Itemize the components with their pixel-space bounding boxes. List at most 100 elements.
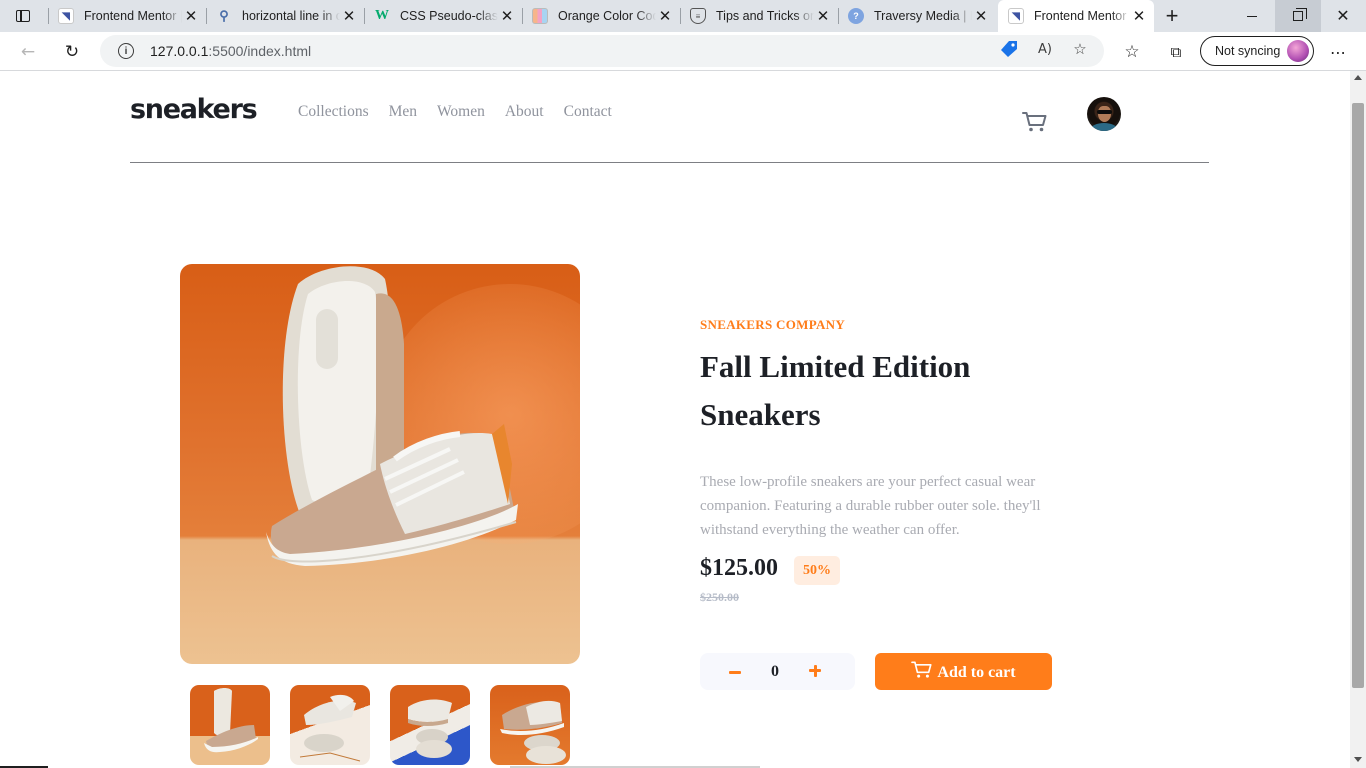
site-logo[interactable]: sneakers bbox=[130, 94, 258, 125]
settings-more-icon[interactable]: ⋯ bbox=[1322, 36, 1354, 68]
company-label: SNEAKERS COMPANY bbox=[700, 317, 846, 332]
avatar-shirt bbox=[1091, 123, 1117, 131]
nav-link-contact[interactable]: Contact bbox=[564, 103, 612, 121]
increase-quantity-button[interactable] bbox=[805, 662, 825, 680]
globe-icon: ? bbox=[848, 8, 864, 24]
color-grid-icon bbox=[532, 8, 548, 24]
browser-tab[interactable]: ≡ Tips and Tricks on CSS ✕ bbox=[680, 0, 838, 32]
thumbnail-2[interactable] bbox=[290, 685, 370, 765]
thumbnail-3[interactable] bbox=[390, 685, 470, 765]
thumbnail-2-image bbox=[299, 694, 361, 762]
page-scrollbar[interactable] bbox=[1350, 71, 1366, 768]
browser-tab[interactable]: ? Traversy Media | Learn ✕ bbox=[838, 0, 996, 32]
add-to-cart-button[interactable]: Add to cart bbox=[875, 653, 1052, 690]
original-price: $250.00 bbox=[700, 590, 739, 604]
url-path: :5500/index.html bbox=[208, 43, 312, 59]
shield-icon: ≡ bbox=[690, 8, 706, 24]
tab-actions-icon bbox=[16, 10, 30, 22]
close-window-button[interactable]: ✕ bbox=[1320, 0, 1366, 32]
nav-link-collections[interactable]: Collections bbox=[298, 103, 369, 121]
browser-tab-active[interactable]: ◥ Frontend Mentor ✕ bbox=[998, 0, 1154, 32]
browser-tab[interactable]: ⚲ horizontal line in css ✕ bbox=[206, 0, 364, 32]
browser-tab[interactable]: W CSS Pseudo-classes ✕ bbox=[364, 0, 522, 32]
tab-close-icon[interactable]: ✕ bbox=[498, 7, 516, 25]
decrease-quantity-button[interactable] bbox=[725, 664, 745, 680]
restore-button[interactable] bbox=[1275, 0, 1321, 32]
url-host: 127.0.0.1 bbox=[150, 43, 209, 59]
tab-close-icon[interactable]: ✕ bbox=[972, 7, 990, 25]
header-divider bbox=[130, 162, 1209, 163]
tab-close-icon[interactable]: ✕ bbox=[182, 7, 200, 25]
cart-svg bbox=[1022, 112, 1047, 132]
product-description: These low-profile sneakers are your perf… bbox=[700, 474, 1041, 538]
frontend-mentor-icon: ◥ bbox=[1008, 8, 1024, 24]
tab-separator bbox=[522, 8, 523, 24]
main-nav: Collections Men Women About Contact bbox=[298, 103, 612, 121]
back-button[interactable]: ← bbox=[12, 36, 44, 68]
favorites-icon[interactable]: ☆ bbox=[1116, 36, 1148, 68]
tab-title: Orange Color Codes bbox=[558, 9, 656, 23]
user-avatar[interactable] bbox=[1087, 97, 1121, 131]
thumbnail-4-image bbox=[500, 700, 566, 764]
minimize-icon bbox=[1247, 15, 1257, 17]
thumbnail-1[interactable] bbox=[190, 685, 270, 765]
sneaker-illustration bbox=[266, 266, 518, 566]
tab-title: Frontend Mentor bbox=[1034, 9, 1127, 23]
site-info-icon[interactable]: i bbox=[118, 43, 134, 59]
tab-actions-button[interactable] bbox=[0, 0, 46, 32]
tag-svg bbox=[1001, 41, 1017, 57]
restore-icon bbox=[1293, 8, 1307, 21]
tab-separator bbox=[48, 8, 49, 24]
address-bar[interactable]: i 127.0.0.1:5500/index.html bbox=[100, 35, 1104, 67]
collections-icon[interactable]: ⧉ bbox=[1160, 36, 1192, 68]
refresh-button[interactable]: ↻ bbox=[56, 36, 88, 68]
profile-sync-button[interactable]: Not syncing bbox=[1200, 36, 1314, 66]
tab-title: Tips and Tricks on CSS bbox=[716, 9, 814, 23]
profile-avatar bbox=[1287, 40, 1309, 62]
thumbnail-1-image bbox=[204, 688, 258, 753]
browser-tab-strip: ◥ Frontend Mentor | E-commerce product p… bbox=[0, 0, 1366, 32]
nav-link-men[interactable]: Men bbox=[389, 103, 417, 121]
tab-title: CSS Pseudo-classes bbox=[400, 9, 498, 23]
tab-close-icon[interactable]: ✕ bbox=[656, 7, 674, 25]
tab-separator bbox=[680, 8, 681, 24]
cart-icon bbox=[911, 661, 932, 678]
browser-toolbar: ← ↻ i 127.0.0.1:5500/index.html A) ☆ ☆ ⧉… bbox=[0, 32, 1366, 71]
product-main-image[interactable] bbox=[180, 264, 580, 664]
cart-icon[interactable] bbox=[1022, 109, 1048, 133]
nav-link-about[interactable]: About bbox=[505, 103, 544, 121]
read-aloud-icon[interactable]: A) bbox=[1035, 39, 1055, 59]
tab-close-icon[interactable]: ✕ bbox=[814, 7, 832, 25]
quantity-stepper: 0 bbox=[700, 653, 855, 690]
nav-link-women[interactable]: Women bbox=[437, 103, 485, 121]
avatar-glasses bbox=[1097, 110, 1112, 114]
search-icon: ⚲ bbox=[219, 8, 229, 23]
frontend-mentor-icon: ◥ bbox=[58, 8, 74, 24]
tab-title: Traversy Media | Learn bbox=[874, 9, 972, 23]
product-title: Fall Limited Edition Sneakers bbox=[700, 349, 971, 432]
page-viewport: sneakers Collections Men Women About Con… bbox=[0, 71, 1350, 768]
new-tab-button[interactable]: + bbox=[1160, 3, 1184, 28]
tab-separator bbox=[838, 8, 839, 24]
tab-separator bbox=[206, 8, 207, 24]
thumbnail-3-image bbox=[408, 699, 452, 758]
minimize-button[interactable] bbox=[1229, 0, 1275, 32]
w3schools-icon: W bbox=[375, 8, 389, 23]
sync-label: Not syncing bbox=[1215, 44, 1281, 58]
browser-tab[interactable]: Orange Color Codes ✕ bbox=[522, 0, 680, 32]
add-favorite-icon[interactable]: ☆ bbox=[1070, 39, 1090, 59]
tab-separator bbox=[364, 8, 365, 24]
scroll-down-icon[interactable] bbox=[1354, 757, 1362, 762]
browser-tab[interactable]: ◥ Frontend Mentor | E-commerce product p… bbox=[48, 0, 206, 32]
tab-title: horizontal line in css bbox=[242, 9, 340, 23]
discount-badge: 50% bbox=[794, 556, 840, 585]
scroll-up-icon[interactable] bbox=[1354, 75, 1362, 80]
tab-close-icon[interactable]: ✕ bbox=[340, 7, 358, 25]
tab-close-icon[interactable]: ✕ bbox=[1130, 7, 1148, 25]
current-price: $125.00 bbox=[700, 555, 778, 581]
add-to-cart-label: Add to cart bbox=[937, 663, 1016, 681]
thumbnail-4[interactable] bbox=[490, 685, 570, 765]
tab-title: Frontend Mentor | E-commerce product pag… bbox=[84, 9, 182, 23]
scrollbar-thumb[interactable] bbox=[1352, 103, 1364, 688]
coupon-tag-icon[interactable] bbox=[999, 39, 1019, 59]
